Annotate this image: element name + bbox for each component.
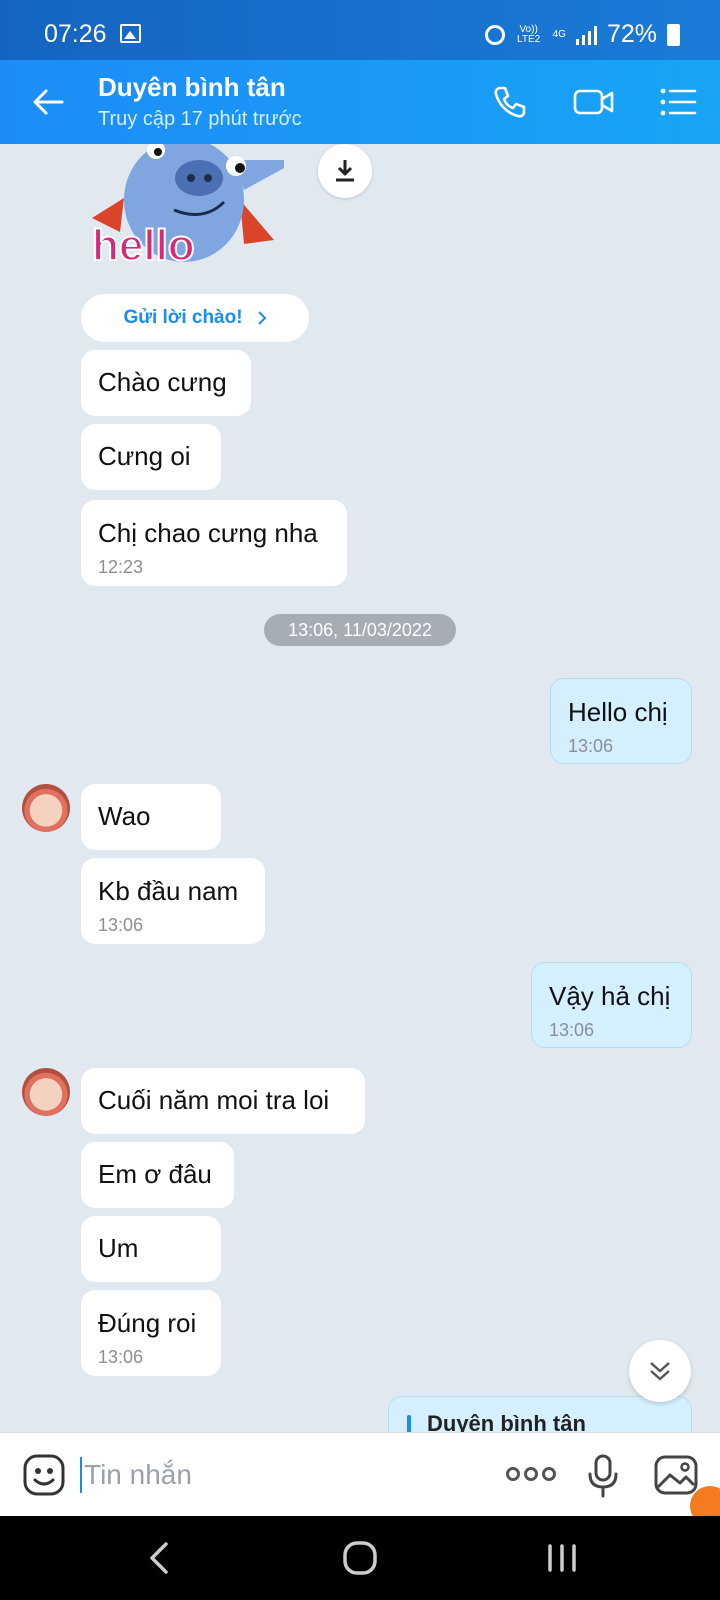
- svg-text:hello: hello: [92, 221, 195, 270]
- mic-icon[interactable]: [586, 1453, 620, 1499]
- chevron-right-icon: [257, 311, 266, 325]
- menu-icon[interactable]: [658, 82, 698, 122]
- message-time: 13:06: [568, 736, 614, 756]
- signal-icon: [575, 25, 597, 45]
- gallery-notification-icon: [120, 24, 141, 43]
- last-seen-status: Truy cập 17 phút trước: [98, 108, 302, 130]
- download-button[interactable]: [318, 144, 372, 198]
- message-text: Chị chao cưng nha: [98, 518, 318, 548]
- download-icon: [336, 160, 354, 182]
- video-icon[interactable]: [572, 82, 616, 122]
- contact-avatar[interactable]: [22, 784, 70, 832]
- message-bubble-incoming[interactable]: Chào cưng: [81, 350, 251, 416]
- message-text: Đúng roi: [98, 1308, 197, 1338]
- chat-area[interactable]: hello Gửi lời chào! Chào cưng Cưng oi Ch…: [0, 144, 720, 1432]
- message-bubble-outgoing[interactable]: Vậy hả chị 13:06: [531, 962, 692, 1048]
- message-text: Cuối năm moi tra loi: [98, 1085, 330, 1115]
- message-text: Kb đầu nam: [98, 876, 239, 906]
- status-bar: 07:26 Vo)) LTE2 4G 72%: [0, 0, 720, 60]
- message-bubble-outgoing[interactable]: Hello chị 13:06: [550, 678, 692, 764]
- message-text: Vậy hả chị: [549, 981, 671, 1011]
- message-text: Em ơ đâu: [98, 1159, 212, 1189]
- volte-indicator: Vo)) LTE2: [517, 23, 541, 45]
- message-time: 13:06: [98, 1347, 144, 1367]
- message-bubble-incoming[interactable]: Cưng oi: [81, 424, 221, 490]
- more-icon[interactable]: [506, 1467, 556, 1481]
- message-bubble-incoming[interactable]: Chị chao cưng nha 12:23: [81, 500, 347, 586]
- reply-preview-bubble[interactable]: Duyên bình tân: [388, 1396, 692, 1432]
- message-bubble-incoming[interactable]: Wao: [81, 784, 221, 850]
- message-text: Cưng oi: [98, 441, 191, 471]
- status-indicators: Vo)) LTE2 4G 72%: [484, 20, 680, 49]
- message-text: Wao: [98, 801, 151, 831]
- status-time: 07:26: [44, 20, 107, 48]
- message-bubble-incoming[interactable]: Em ơ đâu: [81, 1142, 234, 1208]
- alarm-icon: [484, 24, 505, 45]
- phone-icon[interactable]: [490, 82, 530, 122]
- message-time: 13:06: [549, 1020, 595, 1040]
- message-bubble-incoming[interactable]: Um: [81, 1216, 221, 1282]
- emoji-icon[interactable]: [22, 1453, 66, 1497]
- message-time: 12:23: [98, 557, 144, 577]
- message-text: Chào cưng: [98, 367, 227, 397]
- message-bubble-incoming[interactable]: Kb đầu nam 13:06: [81, 858, 265, 944]
- contact-name[interactable]: Duyên bình tân: [98, 72, 286, 103]
- message-input-bar: [0, 1432, 720, 1516]
- nav-back-icon[interactable]: [138, 1538, 182, 1578]
- message-bubble-incoming[interactable]: Cuối năm moi tra loi: [81, 1068, 365, 1134]
- contact-avatar[interactable]: [22, 1068, 70, 1116]
- image-icon[interactable]: [654, 1455, 698, 1495]
- message-input[interactable]: [84, 1451, 464, 1499]
- double-chevron-down-icon: [650, 1362, 670, 1381]
- chat-header: Duyên bình tân Truy cập 17 phút trước: [0, 60, 720, 144]
- reply-preview-name: Duyên bình tân: [427, 1411, 586, 1432]
- back-icon[interactable]: [28, 82, 68, 122]
- nav-recents-icon[interactable]: [540, 1538, 584, 1578]
- battery-icon: [667, 23, 680, 46]
- scroll-to-bottom-button[interactable]: [629, 1340, 691, 1402]
- system-nav-bar: [0, 1516, 720, 1600]
- message-time: 13:06: [98, 915, 144, 935]
- nav-home-icon[interactable]: [338, 1538, 382, 1578]
- date-separator: 13:06, 11/03/2022: [264, 614, 456, 646]
- hello-sticker[interactable]: hello: [84, 144, 284, 272]
- message-text: Um: [98, 1233, 139, 1263]
- battery-percent: 72%: [606, 20, 657, 48]
- network-type: 4G: [552, 28, 566, 40]
- send-greeting-label: Gửi lời chào!: [123, 307, 243, 328]
- text-cursor: [80, 1457, 82, 1493]
- send-greeting-button[interactable]: Gửi lời chào!: [81, 294, 309, 342]
- message-bubble-incoming[interactable]: Đúng roi 13:06: [81, 1290, 221, 1376]
- message-text: Hello chị: [568, 697, 668, 727]
